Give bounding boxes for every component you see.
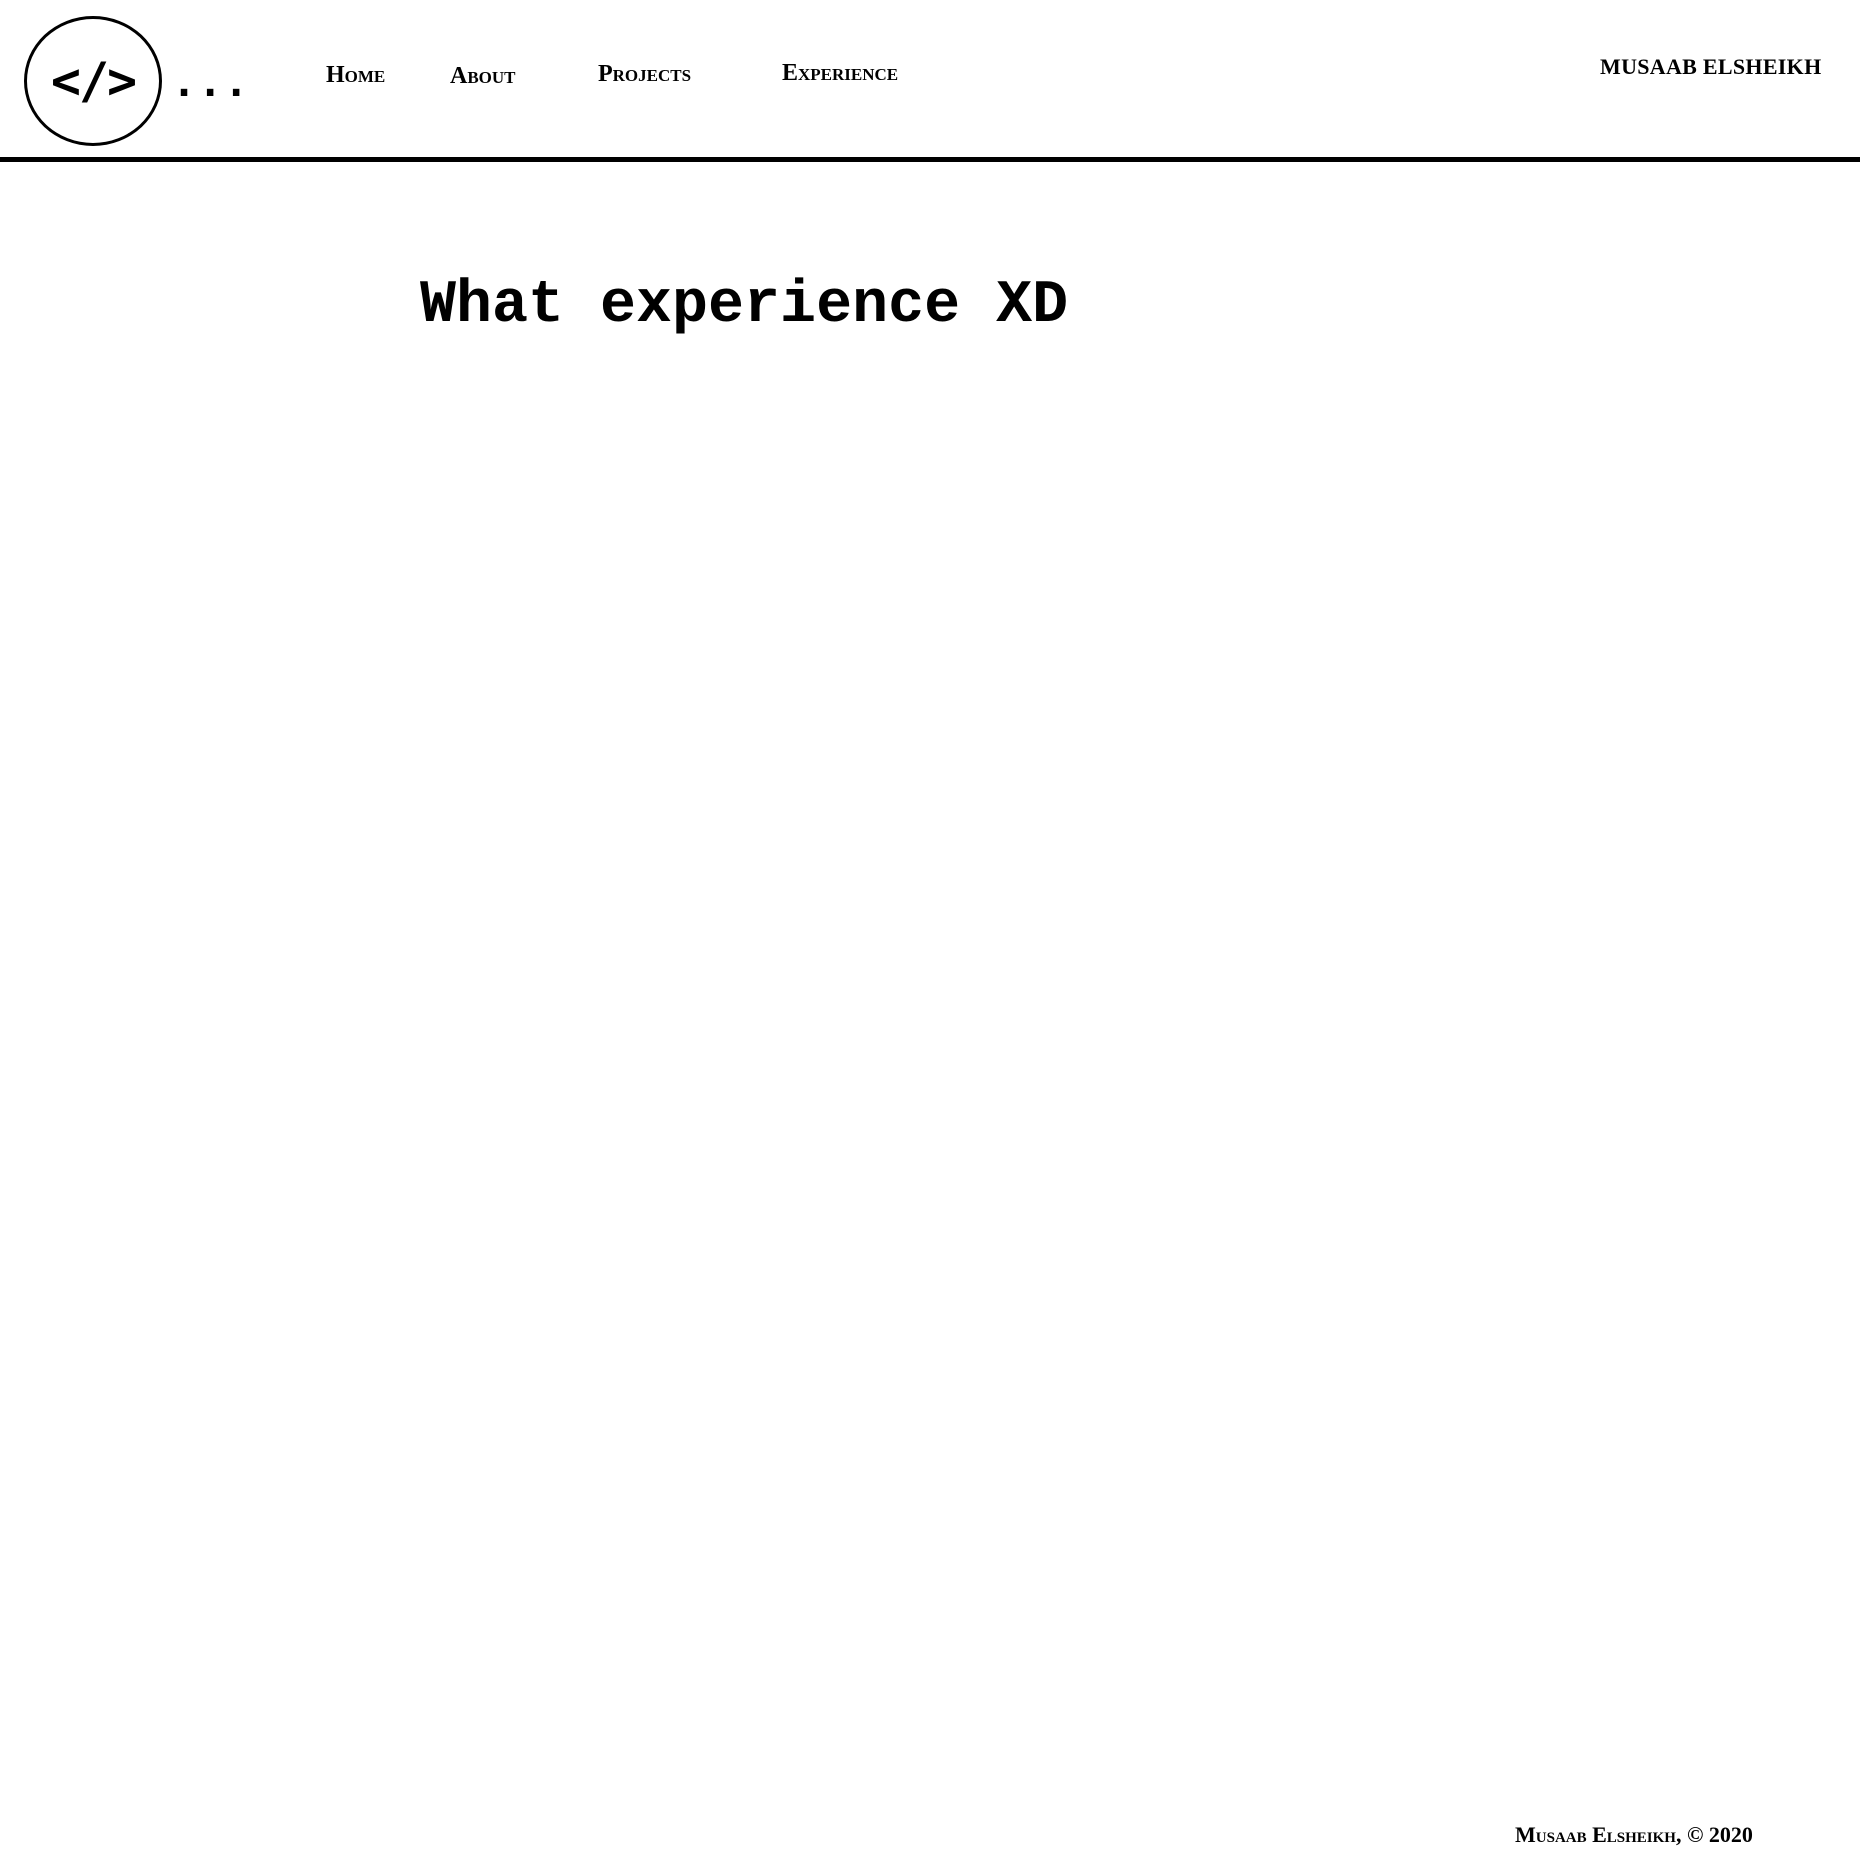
brand-name: MUSAAB ELSHEIKH	[1600, 54, 1822, 79]
logo-symbol: </>	[50, 52, 137, 110]
logo-dots: ...	[172, 60, 251, 106]
site-header: </> ... Home About Projects Experience M…	[0, 0, 1860, 162]
nav-projects-link[interactable]: Projects	[598, 61, 691, 88]
footer-copyright: Musaab Elsheikh, © 2020	[1515, 1822, 1753, 1847]
header-divider	[0, 157, 1860, 162]
nav-home-link[interactable]: Home	[326, 62, 385, 89]
nav-experience-link[interactable]: Experience	[782, 60, 898, 87]
nav-about-link[interactable]: About	[450, 63, 516, 90]
code-brackets-icon[interactable]: </>	[24, 16, 162, 146]
page-title: What experience XD	[420, 272, 1069, 340]
